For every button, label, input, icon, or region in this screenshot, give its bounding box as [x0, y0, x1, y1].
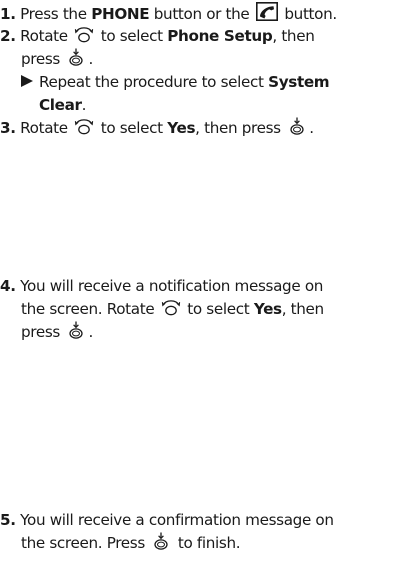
step-5-line-2: the screen. Press to finish. — [21, 532, 241, 552]
right-triangle-arrow-icon — [21, 75, 33, 87]
step-4-line-1: 4. You will receive a notification messa… — [0, 277, 324, 295]
step-2-line-1: 2. Rotate to select Phone Setup, then — [0, 25, 315, 45]
step-2-sub-line-1: Repeat the procedure to select System — [21, 71, 330, 94]
step-1-line-1: 1. Press the PHONE button or the button. — [0, 2, 337, 26]
step-number: 5. — [0, 511, 16, 529]
interface-dial-press-icon — [151, 532, 171, 550]
interface-dial-press-icon — [66, 48, 86, 66]
step-2-line-2: press . — [21, 48, 93, 68]
step-2-sub-line-2: Clear. — [39, 96, 87, 114]
step-4-line-2: the screen. Rotate to select Yes, then — [21, 298, 324, 318]
phone-handset-icon — [255, 2, 278, 21]
interface-dial-rotate-icon — [74, 25, 94, 43]
step-5-line-1: 5. You will receive a confirmation messa… — [0, 511, 334, 529]
interface-dial-rotate-icon — [161, 298, 181, 316]
step-number: 4. — [0, 277, 16, 295]
step-3-line-1: 3. Rotate to select Yes, then press . — [0, 117, 314, 137]
interface-dial-rotate-icon — [74, 117, 94, 135]
step-number: 2. — [0, 27, 16, 45]
interface-dial-press-icon — [287, 117, 307, 135]
step-4-line-3: press . — [21, 321, 93, 341]
phone-button-label: PHONE — [91, 5, 150, 23]
interface-dial-press-icon — [66, 321, 86, 339]
step-number: 1. — [0, 5, 16, 23]
step-number: 3. — [0, 119, 16, 137]
